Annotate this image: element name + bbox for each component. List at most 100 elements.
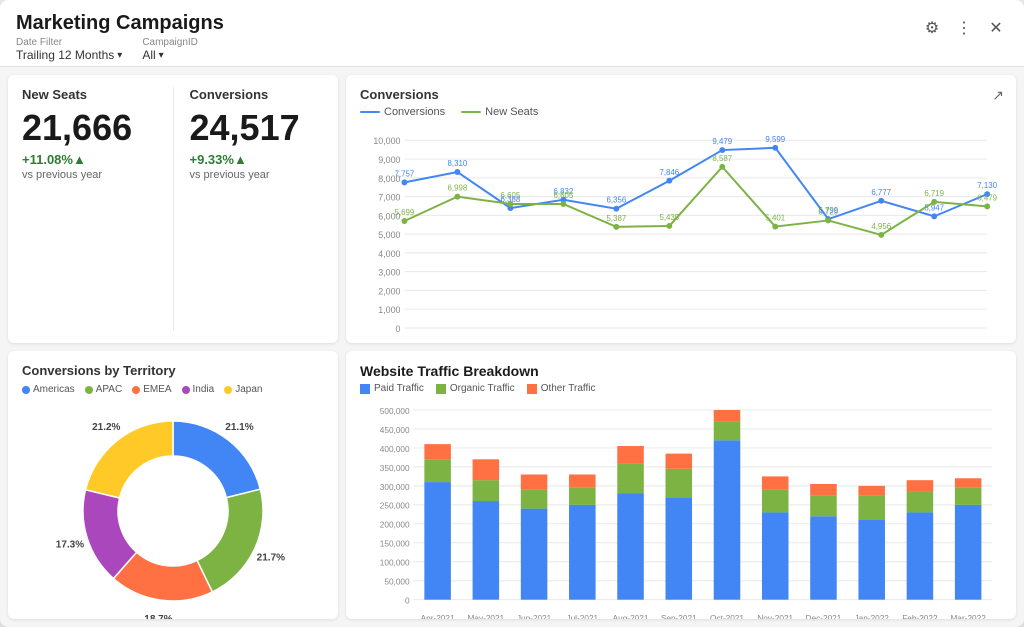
svg-text:4,000: 4,000 [378,249,400,259]
svg-text:8,587: 8,587 [712,154,732,163]
legend-india: India [182,384,215,395]
svg-text:21.7%: 21.7% [257,553,285,564]
svg-text:5,000: 5,000 [378,230,400,240]
svg-text:Nov-2021: Nov-2021 [757,614,793,619]
svg-text:5,729: 5,729 [818,208,838,217]
svg-text:4,956: 4,956 [871,222,891,231]
legend-conversions: Conversions [360,106,445,118]
traffic-legend: Paid Traffic Organic Traffic Other Traff… [360,383,1002,394]
page-title: Marketing Campaigns [16,12,224,35]
svg-text:6,605: 6,605 [501,191,521,200]
campaign-filter-label: CampaignID [142,37,198,48]
svg-text:Jul-2021: Jul-2021 [566,614,598,619]
legend-japan: Japan [224,384,262,395]
svg-text:300,000: 300,000 [380,483,410,492]
svg-text:450,000: 450,000 [380,426,410,435]
svg-text:6,479: 6,479 [977,193,997,202]
other-color [527,384,537,394]
conversions-kpi-label: Conversions [190,87,325,102]
svg-text:5,699: 5,699 [395,208,415,217]
new-seats-section: New Seats 21,666 +11.08%▲ vs previous ye… [22,87,173,331]
settings-icon[interactable]: ⚙ [920,16,944,40]
svg-text:5,401: 5,401 [765,214,785,223]
svg-text:Mar-2022: Mar-2022 [951,614,987,619]
svg-text:150,000: 150,000 [380,540,410,549]
svg-text:0: 0 [405,597,410,606]
paid-label: Paid Traffic [374,383,424,394]
campaign-filter-dropdown[interactable]: All [142,48,198,62]
svg-text:5,435: 5,435 [659,213,679,222]
svg-text:Jan-2022: Jan-2022 [854,614,889,619]
conversions-kpi-sub: vs previous year [190,169,325,181]
new-seats-value: 21,666 [22,110,157,146]
expand-icon[interactable]: ↗ [992,87,1004,104]
close-icon[interactable]: ✕ [984,16,1008,40]
svg-text:Feb-2022: Feb-2022 [902,614,938,619]
india-label: India [193,384,215,395]
japan-color [224,386,232,394]
svg-text:9,000: 9,000 [378,155,400,165]
svg-text:6,998: 6,998 [448,184,468,193]
paid-color [360,384,370,394]
svg-text:6,719: 6,719 [924,189,944,198]
territory-legend: Americas APAC EMEA India Japan [22,384,324,395]
kpi-panel: New Seats 21,666 +11.08%▲ vs previous ye… [8,75,338,343]
donut-container: 21.1%21.7%18.7%17.3%21.2% [22,401,324,619]
svg-text:250,000: 250,000 [380,502,410,511]
new-seats-change: +11.08%▲ [22,152,157,167]
americas-color [22,386,30,394]
new-seats-label: New Seats [22,87,157,102]
svg-text:9,599: 9,599 [765,135,785,144]
new-seats-legend-color [461,111,481,113]
traffic-title: Website Traffic Breakdown [360,363,1002,379]
date-filter-group: Date Filter Trailing 12 Months [16,37,122,62]
new-seats-sub: vs previous year [22,169,157,181]
apac-color [85,386,93,394]
svg-text:Dec-2021: Dec-2021 [806,614,842,619]
donut-chart: 21.1%21.7%18.7%17.3%21.2% [43,401,303,619]
svg-text:8,310: 8,310 [448,159,468,168]
traffic-bar-chart: 050,000100,000150,000200,000250,000300,0… [360,402,1002,619]
svg-text:7,846: 7,846 [659,168,679,177]
svg-text:10,000: 10,000 [373,136,400,146]
svg-text:7,000: 7,000 [378,193,400,203]
svg-text:6,777: 6,777 [871,188,891,197]
conversions-kpi-section: Conversions 24,517 +9.33%▲ vs previous y… [173,87,325,331]
apac-label: APAC [96,384,123,395]
svg-text:350,000: 350,000 [380,464,410,473]
more-options-icon[interactable]: ⋮ [952,16,976,40]
territory-title: Conversions by Territory [22,363,324,378]
svg-text:6,356: 6,356 [606,196,626,205]
svg-text:Apr-2021: Apr-2021 [421,614,455,619]
svg-text:500,000: 500,000 [380,407,410,416]
svg-text:50,000: 50,000 [384,578,410,587]
emea-label: EMEA [143,384,171,395]
conversions-chart-title: Conversions [360,87,1002,102]
svg-text:Aug-2021: Aug-2021 [613,614,649,619]
conversions-line-chart: 01,0002,0003,0004,0005,0006,0007,0008,00… [360,124,1002,343]
svg-text:21.1%: 21.1% [225,422,253,433]
svg-text:200,000: 200,000 [380,521,410,530]
svg-text:6,605: 6,605 [553,191,573,200]
svg-text:21.2%: 21.2% [92,422,120,433]
legend-emea: EMEA [132,384,171,395]
svg-text:0: 0 [396,324,401,334]
legend-new-seats: New Seats [461,106,538,118]
japan-label: Japan [235,384,262,395]
territory-panel: Conversions by Territory Americas APAC E… [8,351,338,619]
header-actions: ⚙ ⋮ ✕ [920,12,1008,40]
svg-text:7,130: 7,130 [977,181,997,190]
svg-text:400,000: 400,000 [380,445,410,454]
new-seats-legend-label: New Seats [485,106,538,118]
main-content: New Seats 21,666 +11.08%▲ vs previous ye… [0,67,1024,627]
other-label: Other Traffic [541,383,596,394]
conversions-kpi-change: +9.33%▲ [190,152,325,167]
legend-paid: Paid Traffic [360,383,424,394]
date-filter-dropdown[interactable]: Trailing 12 Months [16,48,122,62]
india-color [182,386,190,394]
header: Marketing Campaigns Date Filter Trailing… [0,0,1024,67]
svg-text:3,000: 3,000 [378,268,400,278]
legend-organic: Organic Traffic [436,383,515,394]
campaign-filter-group: CampaignID All [142,37,198,62]
svg-text:May-2021: May-2021 [468,614,505,619]
